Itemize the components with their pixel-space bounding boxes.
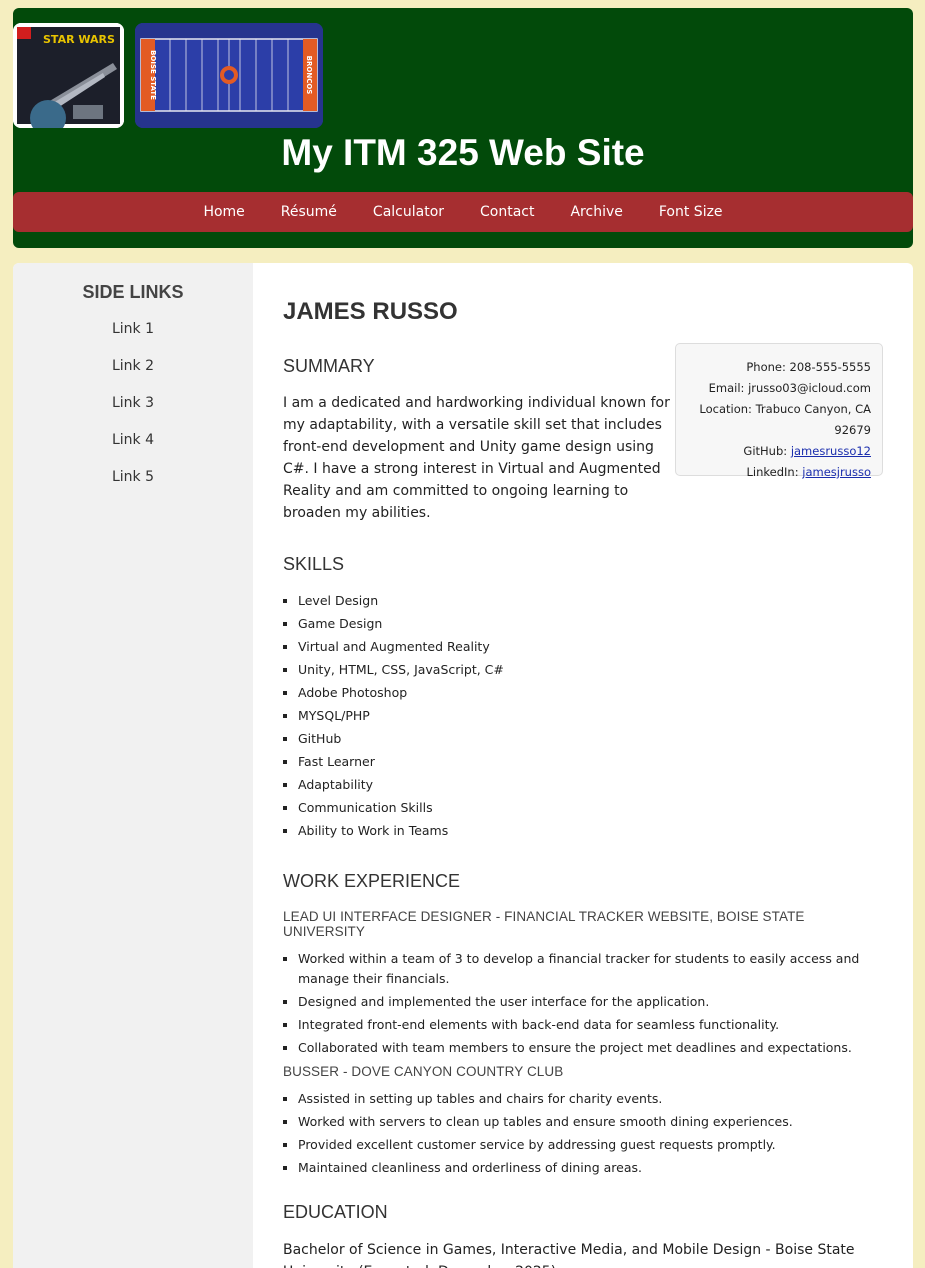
linkedin-link[interactable]: jamesjrusso [802,465,871,479]
education-text: Bachelor of Science in Games, Interactiv… [283,1242,855,1268]
summary-section: SUMMARY I am a dedicated and hardworking… [283,343,883,524]
contact-linkedin: LinkedIn: jamesjrusso [746,465,871,479]
field-right-endzone-text: BRONCOS [305,56,313,95]
site-title: My ITM 325 Web Site [281,132,645,173]
nav-archive[interactable]: Archive [552,204,640,220]
skill-item: Game Design [298,614,883,634]
skill-item: Fast Learner [298,752,883,772]
skill-item: Adobe Photoshop [298,683,883,703]
skill-item: Unity, HTML, CSS, JavaScript, C# [298,660,883,680]
contact-email: Email: jrusso03@icloud.com [708,381,871,395]
lego-box-title: STAR WARS [43,33,115,46]
job-bullet: Provided excellent customer service by a… [298,1135,883,1155]
sidebar: SIDE LINKS Link 1 Link 2 Link 3 Link 4 L… [13,263,253,1268]
education-heading: EDUCATION [283,1202,388,1222]
skill-item: Adaptability [298,775,883,795]
resume-name: JAMES RUSSO [283,298,458,325]
job-bullets: Assisted in setting up tables and chairs… [298,1089,883,1178]
skills-heading: SKILLS [283,554,345,574]
job-bullet: Assisted in setting up tables and chairs… [298,1089,883,1109]
summary-text: I am a dedicated and hardworking individ… [283,395,670,521]
boise-state-field-image: BOISE STATE BRONCOS [135,23,323,128]
resume-main: JAMES RUSSO SUMMARY I am a dedicated and… [283,263,883,1268]
nav-calculator[interactable]: Calculator [355,204,462,220]
job-title: LEAD UI INTERFACE DESIGNER - FINANCIAL T… [283,909,805,939]
job-bullet: Collaborated with team members to ensure… [298,1038,883,1058]
field-left-endzone-text: BOISE STATE [149,50,157,100]
job-bullet: Worked within a team of 3 to develop a f… [298,949,883,989]
sidebar-title: SIDE LINKS [82,282,184,302]
work-experience-heading: WORK EXPERIENCE [283,871,461,891]
lego-star-wars-image: STAR WARS [13,23,124,128]
nav-contact[interactable]: Contact [462,204,552,220]
job-bullet: Maintained cleanliness and orderliness o… [298,1158,883,1178]
site-header: STAR WARS BOISE STATE BRONCOS My ITM 325… [13,8,913,248]
sidebar-link-4[interactable]: Link 4 [13,430,253,467]
job-bullet: Integrated front-end elements with back-… [298,1015,883,1035]
skill-item: MYSQL/PHP [298,706,883,726]
nav-resume[interactable]: Résumé [263,204,355,220]
skill-item: Ability to Work in Teams [298,821,883,841]
job-bullet: Designed and implemented the user interf… [298,992,883,1012]
nav-font-size[interactable]: Font Size [641,204,741,220]
content-container: SIDE LINKS Link 1 Link 2 Link 3 Link 4 L… [13,263,913,1268]
skill-item: Communication Skills [298,798,883,818]
sidebar-link-5[interactable]: Link 5 [13,467,253,504]
contact-phone: Phone: 208-555-5555 [746,360,871,374]
contact-github: GitHub: jamesrusso12 [743,444,871,458]
nav-home[interactable]: Home [185,204,262,220]
skill-item: GitHub [298,729,883,749]
sidebar-link-3[interactable]: Link 3 [13,393,253,430]
job-title: BUSSER - DOVE CANYON COUNTRY CLUB [283,1064,564,1079]
skills-list: Level Design Game Design Virtual and Aug… [298,591,883,841]
job-bullet: Worked with servers to clean up tables a… [298,1112,883,1132]
skill-item: Level Design [298,591,883,611]
contact-card: Phone: 208-555-5555 Email: jrusso03@iclo… [675,343,883,479]
sidebar-link-2[interactable]: Link 2 [13,356,253,393]
sidebar-links: Link 1 Link 2 Link 3 Link 4 Link 5 [13,319,253,504]
contact-location: Location: Trabuco Canyon, CA 92679 [699,402,871,437]
main-nav: Home Résumé Calculator Contact Archive F… [13,192,913,232]
github-link[interactable]: jamesrusso12 [791,444,871,458]
skill-item: Virtual and Augmented Reality [298,637,883,657]
sidebar-link-1[interactable]: Link 1 [13,319,253,356]
job-bullets: Worked within a team of 3 to develop a f… [298,949,883,1058]
